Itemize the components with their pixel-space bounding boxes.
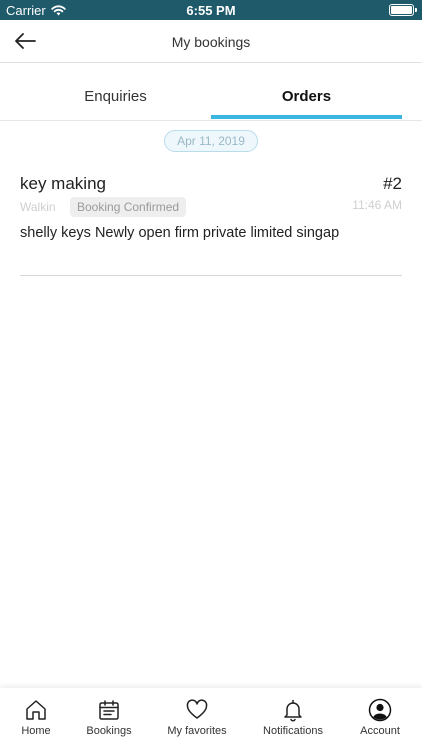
battery-icon [389, 4, 417, 16]
order-number: #2 [383, 174, 402, 193]
tab-home-label: Home [21, 725, 51, 737]
order-list-item[interactable]: key making #2 Walkin Booking Confirmed 1… [20, 160, 402, 276]
bell-icon [284, 699, 302, 722]
tab-notifications[interactable]: Notifications [252, 688, 334, 750]
tab-bookings-label: Bookings [86, 725, 132, 737]
page-title: My bookings [171, 34, 251, 50]
order-service-name: key making [20, 174, 106, 193]
status-bar: Carrier 6:55 PM [0, 0, 422, 20]
user-icon [368, 698, 392, 722]
home-icon [26, 700, 46, 720]
tab-orders[interactable]: Orders [211, 63, 402, 120]
date-separator: Apr 11, 2019 [164, 130, 258, 152]
active-tab-indicator [211, 115, 402, 119]
heart-icon [186, 699, 208, 719]
bottom-tab-bar: Home Bookings My favorites Notifications… [0, 688, 422, 750]
segment-tabs: Enquiries Orders [0, 63, 422, 121]
tab-enquiries[interactable]: Enquiries [20, 63, 211, 120]
tab-account[interactable]: Account [350, 688, 410, 750]
tab-notifications-label: Notifications [263, 725, 323, 737]
order-type: Walkin [20, 200, 56, 214]
tab-favorites-label: My favorites [167, 725, 227, 737]
nav-bar: My bookings [0, 20, 422, 63]
tab-favorites[interactable]: My favorites [158, 688, 236, 750]
order-address: shelly keys Newly open firm private limi… [20, 225, 340, 241]
status-time: 6:55 PM [186, 3, 236, 18]
calendar-icon [99, 700, 119, 720]
tab-home[interactable]: Home [8, 688, 64, 750]
tab-account-label: Account [360, 725, 400, 737]
order-time: 11:46 AM [352, 198, 402, 212]
tab-bookings[interactable]: Bookings [80, 688, 138, 750]
status-badge: Booking Confirmed [70, 197, 187, 217]
